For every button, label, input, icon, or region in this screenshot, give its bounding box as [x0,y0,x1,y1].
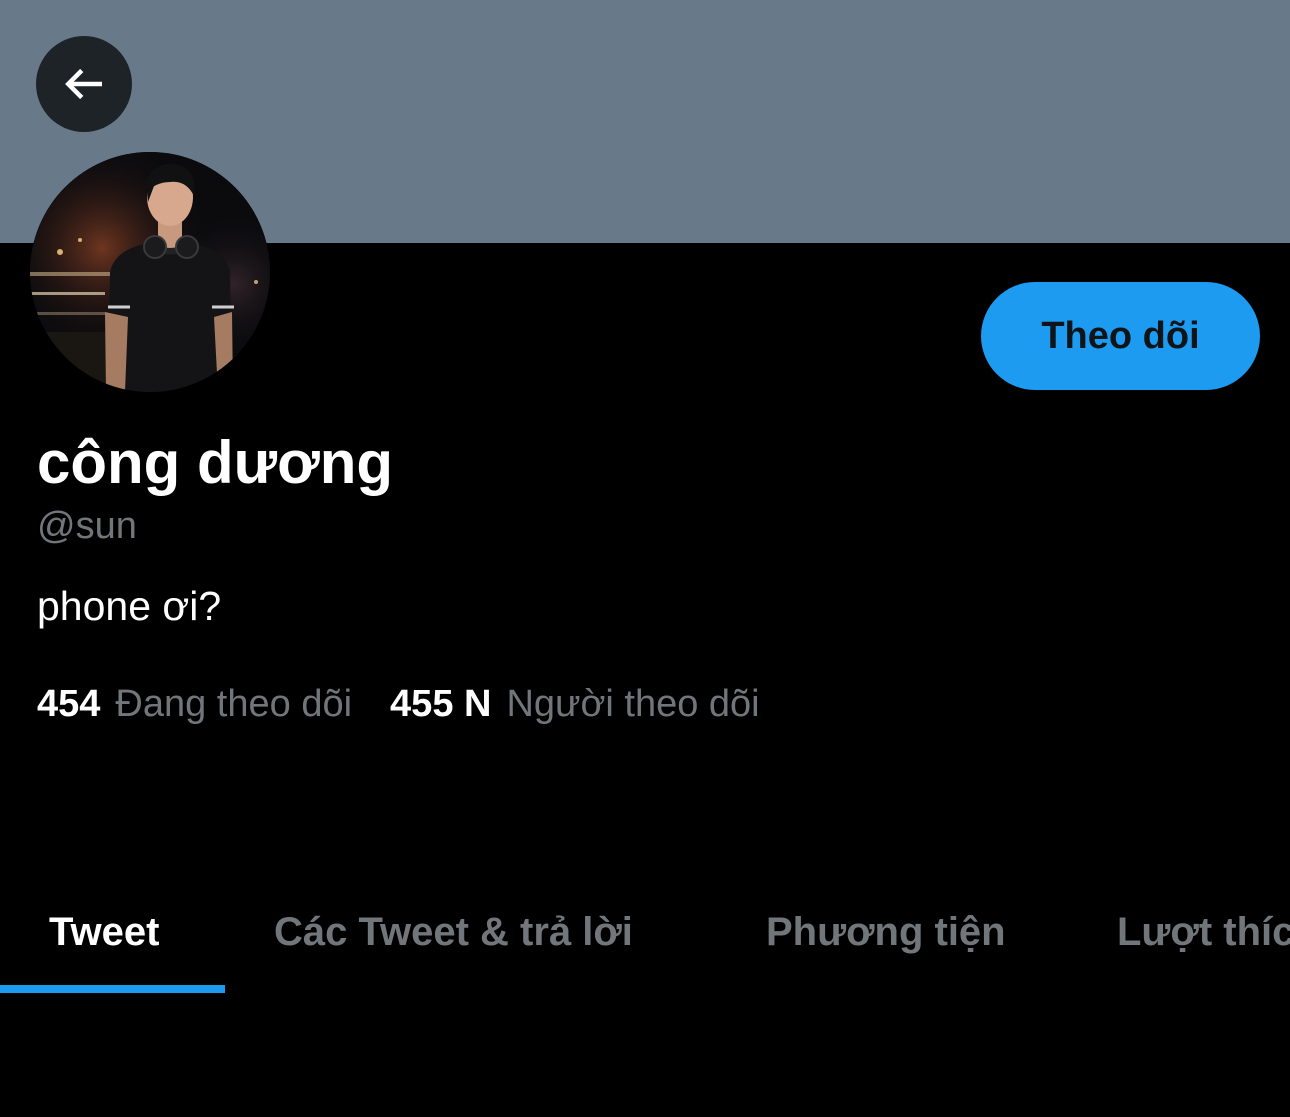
tab-tweets[interactable]: Tweet [49,870,159,995]
followers-stat[interactable]: 455 N Người theo dõi [390,683,760,726]
following-stat[interactable]: 454 Đang theo dõi [37,683,352,726]
following-label: Đang theo dõi [115,683,353,725]
profile-bio: phone ơi? [37,583,222,629]
arrow-left-icon [65,68,102,100]
profile-stats: 454 Đang theo dõi 455 N Người theo dõi [37,683,760,726]
followers-count: 455 N [390,683,492,725]
profile-handle: @sun [37,505,137,547]
follow-button[interactable]: Theo dõi [981,282,1260,390]
tab-tweets-and-replies[interactable]: Các Tweet & trả lời [274,870,633,995]
followers-label: Người theo dõi [506,683,760,725]
following-count: 454 [37,683,101,725]
profile-tabs: Tweet Các Tweet & trả lời Phương tiện Lư… [0,870,1290,995]
profile-screen: Theo dõi công dương @sun phone ơi? 454 Đ… [0,0,1290,1117]
avatar-image [30,152,270,392]
follow-button-label: Theo dõi [1041,314,1200,357]
back-button[interactable] [36,36,132,132]
display-name: công dương [37,429,394,496]
tab-media[interactable]: Phương tiện [766,870,1006,995]
tab-likes[interactable]: Lượt thích [1117,870,1290,995]
active-tab-indicator [0,985,225,993]
profile-avatar[interactable] [30,152,270,392]
